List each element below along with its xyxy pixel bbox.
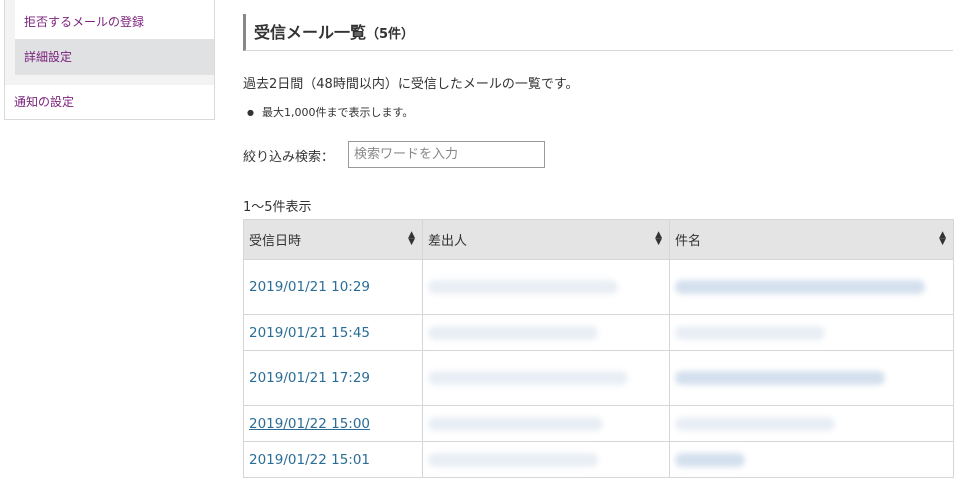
received-date-link[interactable]: 2019/01/22 15:01	[249, 452, 370, 468]
column-header-received[interactable]: 受信日時 ▲ ▼	[243, 219, 423, 260]
received-date-link[interactable]: 2019/01/21 10:29	[249, 279, 370, 295]
display-limit-text: 最大1,000件まで表示します。	[261, 106, 414, 119]
display-limit-note: ● 最大1,000件まで表示します。	[247, 104, 413, 120]
redacted-subject	[675, 371, 885, 385]
received-cell: 2019/01/22 15:01	[243, 441, 423, 478]
redacted-subject	[675, 280, 925, 294]
redacted-subject	[675, 416, 835, 431]
sender-cell	[422, 259, 670, 315]
column-header-subject[interactable]: 件名 ▲ ▼	[669, 219, 954, 260]
column-header-label: 件名	[675, 234, 702, 249]
table-row[interactable]: 2019/01/21 10:29	[243, 259, 954, 315]
page-title: 受信メール一覧（5件）	[243, 14, 953, 51]
subject-cell	[669, 350, 954, 406]
table-row[interactable]: 2019/01/22 15:00	[243, 405, 954, 442]
sender-cell	[422, 314, 670, 351]
received-date-link[interactable]: 2019/01/21 17:29	[249, 370, 370, 386]
sidebar-subgroup: 拒否するメールの登録 詳細設定	[5, 0, 214, 85]
bullet-icon: ●	[247, 108, 254, 117]
redacted-sender	[428, 280, 618, 294]
received-cell: 2019/01/21 10:29	[243, 259, 423, 315]
sidebar-item-blocked-mail[interactable]: 拒否するメールの登録	[15, 0, 214, 40]
sidebar-item-notification-settings[interactable]: 通知の設定	[5, 85, 214, 119]
filter-search-label: 絞り込み検索：	[243, 150, 335, 165]
page-description: 過去2日間（48時間以内）に受信したメールの一覧です。	[243, 77, 579, 92]
redacted-subject	[675, 452, 745, 467]
received-date-link[interactable]: 2019/01/22 15:00	[249, 416, 370, 432]
filter-search-input[interactable]	[348, 141, 545, 168]
received-date-link[interactable]: 2019/01/21 15:45	[249, 325, 370, 341]
sort-icon[interactable]: ▲ ▼	[408, 231, 415, 247]
sidebar-nav: 拒否するメールの登録 詳細設定 通知の設定	[4, 0, 215, 120]
sender-cell	[422, 441, 670, 478]
column-header-sender[interactable]: 差出人 ▲ ▼	[422, 219, 670, 260]
sender-cell	[422, 350, 670, 406]
subject-cell	[669, 314, 954, 351]
received-mail-table: 受信日時 ▲▼ 差出人 ▲▼ 件名 ▲▼ 2019/01/21 10:29	[243, 219, 954, 478]
redacted-sender	[428, 416, 603, 431]
subject-cell	[669, 405, 954, 442]
table-row[interactable]: 2019/01/21 15:45	[243, 314, 954, 351]
result-range: 1〜5件表示	[243, 200, 312, 215]
redacted-subject	[675, 325, 825, 340]
sort-icon[interactable]: ▲ ▼	[939, 231, 946, 247]
column-header-label: 差出人	[428, 234, 468, 249]
column-header-label: 受信日時	[249, 234, 302, 249]
redacted-sender	[428, 452, 598, 467]
subject-cell	[669, 259, 954, 315]
table-header-row: 受信日時 ▲ ▼ 差出人 ▲ ▼ 件名 ▲ ▼	[243, 219, 954, 260]
page-title-count: （5件）	[366, 27, 415, 42]
sort-icon[interactable]: ▲ ▼	[655, 231, 662, 247]
received-cell: 2019/01/22 15:00	[243, 405, 423, 442]
table-row[interactable]: 2019/01/21 17:29	[243, 350, 954, 406]
page-title-text: 受信メール一覧	[254, 23, 367, 42]
subject-cell	[669, 441, 954, 478]
received-cell: 2019/01/21 17:29	[243, 350, 423, 406]
table-row[interactable]: 2019/01/22 15:01	[243, 441, 954, 478]
sidebar-item-advanced-settings[interactable]: 詳細設定	[15, 40, 214, 75]
received-cell: 2019/01/21 15:45	[243, 314, 423, 351]
redacted-sender	[428, 371, 628, 385]
sender-cell	[422, 405, 670, 442]
redacted-sender	[428, 325, 598, 340]
